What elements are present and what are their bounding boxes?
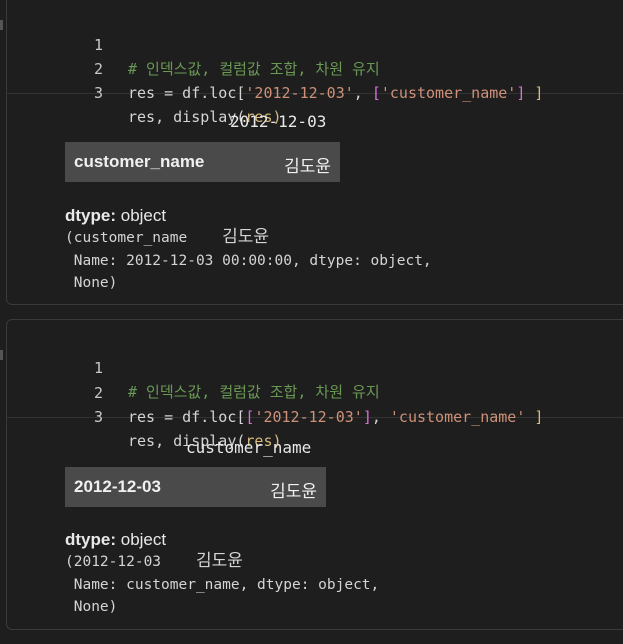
code-bracket: ] — [525, 408, 544, 426]
dataframe-column-header: customer_name — [186, 438, 312, 457]
row-index-label: customer_name — [74, 152, 205, 171]
code-bracket: ] — [362, 408, 372, 426]
cell-gutter-marker — [0, 20, 3, 30]
code-bracket: ] — [525, 84, 544, 102]
line-number: 3 — [93, 84, 103, 102]
line-number: 1 — [93, 36, 103, 54]
code-comment: # 인덱스값, 컬럼값 조합, 차원 유지 — [128, 383, 380, 401]
code-text: res = df.loc[ — [128, 84, 246, 102]
dataframe-column-header: 2012-12-03 — [230, 112, 327, 131]
repr-output: (customer_name 김도윤 Name: 2012-12-03 00:0… — [65, 227, 432, 291]
dataframe-row: 2012-12-03 김도윤 — [65, 467, 326, 507]
code-line: 1 # 인덱스값, 컬럼값 조합, 차원 유지 — [7, 332, 380, 401]
code-line: 1 # 인덱스값, 컬럼값 조합, 차원 유지 — [7, 9, 380, 78]
code-text: res = df.loc[ — [128, 408, 246, 426]
code-bracket: [ — [371, 84, 381, 102]
row-value: 김도윤 — [284, 157, 331, 176]
line-number: 1 — [93, 359, 103, 377]
row-index-label: 2012-12-03 — [74, 477, 161, 496]
cell-gutter-marker — [0, 350, 3, 360]
code-comment: # 인덱스값, 컬럼값 조합, 차원 유지 — [128, 60, 380, 78]
code-text: , — [371, 408, 390, 426]
notebook-cell-1[interactable]: 1 # 인덱스값, 컬럼값 조합, 차원 유지 2 res = df.loc['… — [6, 0, 623, 305]
code-text: res, display( — [128, 108, 246, 126]
code-text: , — [353, 84, 372, 102]
code-editor[interactable]: 1 # 인덱스값, 컬럼값 조합, 차원 유지 2 res = df.loc[[… — [7, 320, 623, 450]
row-value: 김도윤 — [270, 482, 317, 501]
code-editor[interactable]: 1 # 인덱스값, 컬럼값 조합, 차원 유지 2 res = df.loc['… — [7, 0, 623, 126]
line-number: 2 — [93, 60, 103, 78]
dtype-line: dtype: object — [65, 206, 167, 225]
code-string: 'customer_name' — [389, 408, 526, 426]
dataframe-row: customer_name 김도윤 — [65, 142, 340, 182]
code-string: 'customer_name' — [380, 84, 517, 102]
line-number: 3 — [93, 408, 103, 426]
code-line: 3 res, display(res) — [7, 57, 282, 126]
dtype-line: dtype: object — [65, 530, 167, 549]
repr-output: (2012-12-03 김도윤 Name: customer_name, dty… — [65, 551, 380, 615]
line-number: 2 — [93, 384, 103, 402]
code-string: '2012-12-03' — [245, 84, 354, 102]
code-line: 3 res, display(res) — [7, 381, 282, 450]
notebook-cell-2[interactable]: 1 # 인덱스값, 컬럼값 조합, 차원 유지 2 res = df.loc[[… — [6, 319, 623, 630]
code-string: '2012-12-03' — [254, 408, 363, 426]
code-line: 2 res = df.loc['2012-12-03', ['customer_… — [7, 33, 543, 102]
code-line: 2 res = df.loc[['2012-12-03'], 'customer… — [7, 357, 543, 426]
